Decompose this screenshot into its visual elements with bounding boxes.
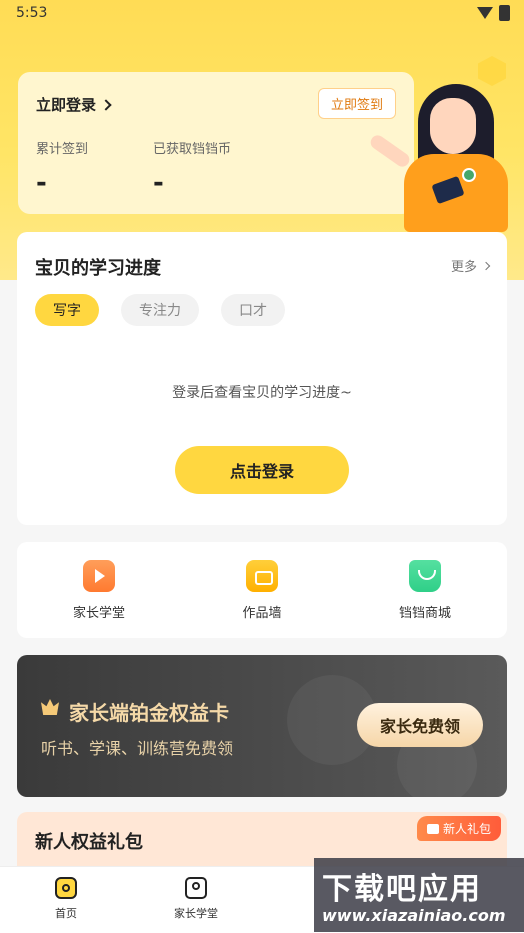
watermark: 下载吧应用 www.xiazainiao.com xyxy=(314,858,524,932)
gift-title: 新人权益礼包 xyxy=(35,832,143,853)
stat-checkin-label: 累计签到 xyxy=(36,142,89,157)
status-time: 5:53 xyxy=(16,5,48,21)
more-label: 更多 xyxy=(450,260,477,275)
tv-icon xyxy=(83,560,115,592)
shortcut-parent-school[interactable]: 家长学堂 xyxy=(39,560,159,621)
stat-coins-label: 已获取铛铛币 xyxy=(153,142,232,157)
chevron-right-icon xyxy=(481,261,491,270)
shortcut-label: 家长学堂 xyxy=(72,606,125,621)
arm-shape xyxy=(367,132,413,170)
shortcut-label: 铛铛商城 xyxy=(398,606,451,621)
wifi-icon xyxy=(477,7,493,19)
shortcut-works-wall[interactable]: 作品墙 xyxy=(202,560,322,621)
more-link[interactable]: 更多 xyxy=(450,256,491,275)
tab-speaking[interactable]: 口才 xyxy=(221,294,285,326)
empty-progress-message: 登录后查看宝贝的学习进度~ xyxy=(172,385,352,401)
gallery-icon xyxy=(246,560,278,592)
tab-writing[interactable]: 写字 xyxy=(35,294,99,326)
gift-tag: 新人礼包 xyxy=(416,816,501,841)
watermark-main: 下载吧应用 xyxy=(322,872,482,907)
shortcut-store[interactable]: 铛铛商城 xyxy=(365,560,485,621)
shopping-bag-icon xyxy=(409,560,441,592)
gift-tag-label: 新人礼包 xyxy=(442,822,491,836)
home-icon xyxy=(55,877,77,899)
badge-dot xyxy=(462,168,476,182)
stat-checkin-value: - xyxy=(36,168,47,198)
gift-icon xyxy=(426,823,439,834)
click-login-button[interactable]: 点击登录 xyxy=(175,446,349,494)
shortcut-grid: 家长学堂 作品墙 铛铛商城 xyxy=(17,542,507,638)
login-link-label: 立即登录 xyxy=(36,96,97,114)
platinum-card-banner[interactable]: 家长端铂金权益卡 听书、学课、训练营免费领 家长免费领 xyxy=(17,655,507,797)
tab-home-label: 首页 xyxy=(55,907,77,920)
stat-coins-value: - xyxy=(153,168,164,198)
parent-school-icon xyxy=(185,877,207,899)
tab-focus[interactable]: 专注力 xyxy=(121,294,199,326)
tab-home[interactable]: 首页 xyxy=(26,877,106,921)
watermark-url: www.xiazainiao.com xyxy=(322,906,506,925)
crown-icon xyxy=(41,699,59,715)
chevron-right-icon xyxy=(100,98,112,111)
learning-progress-card: 宝贝的学习进度 更多 写字 专注力 口才 登录后查看宝贝的学习进度~ 点击登录 xyxy=(17,232,507,525)
status-bar: 5:53 xyxy=(0,0,524,28)
claim-free-button[interactable]: 家长免费领 xyxy=(357,703,483,747)
shortcut-label: 作品墙 xyxy=(242,606,282,621)
status-icons xyxy=(477,5,510,21)
tab-parent-school[interactable]: 家长学堂 xyxy=(156,877,236,921)
login-card: 立即登录 立即签到 累计签到 - 已获取铛铛币 - xyxy=(18,72,414,214)
face-shape xyxy=(430,98,476,154)
tab-parent-school-label: 家长学堂 xyxy=(174,907,218,920)
vip-subtitle: 听书、学课、训练营免费领 xyxy=(41,739,234,758)
vip-title: 家长端铂金权益卡 xyxy=(69,701,229,725)
login-link[interactable]: 立即登录 xyxy=(36,94,112,115)
teacher-illustration xyxy=(367,84,524,232)
progress-title: 宝贝的学习进度 xyxy=(35,258,161,279)
battery-icon xyxy=(499,5,510,21)
